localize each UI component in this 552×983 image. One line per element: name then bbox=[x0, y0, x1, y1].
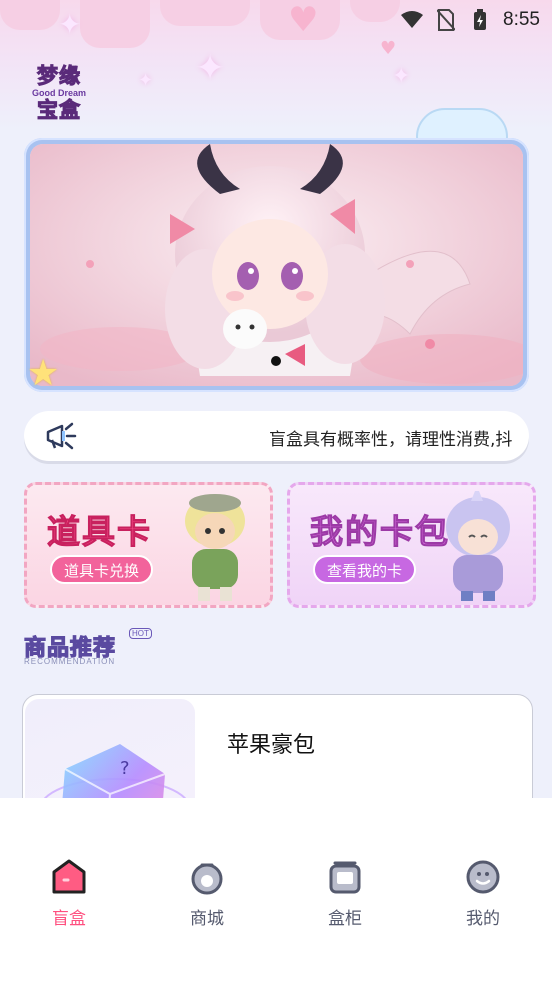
notice-bar[interactable]: 盲盒具有概率性，请理性消费,抖 bbox=[24, 411, 529, 461]
clock-time: 8:55 bbox=[503, 9, 540, 30]
shop-bag-icon bbox=[191, 863, 223, 895]
carousel-indicator[interactable] bbox=[271, 356, 281, 366]
item-card-entry[interactable]: 道具卡 道具卡兑换 bbox=[24, 482, 273, 608]
logo-subtitle: Good Dream bbox=[31, 88, 86, 98]
bottom-navigation: 盲盒 商城 盒柜 我的 bbox=[0, 798, 552, 983]
star-icon: ★ bbox=[27, 353, 60, 394]
banner-illustration bbox=[30, 144, 523, 386]
nav-tab-shop[interactable]: 商城 bbox=[162, 858, 252, 929]
nav-label: 商城 bbox=[190, 909, 224, 929]
nav-label: 盒柜 bbox=[328, 909, 362, 929]
megaphone-icon bbox=[44, 420, 84, 452]
cabinet-icon bbox=[329, 861, 361, 894]
svg-text:?: ? bbox=[120, 758, 130, 779]
profile-icon bbox=[466, 860, 500, 894]
hot-badge: HOT bbox=[129, 628, 152, 639]
figure-doll-icon bbox=[446, 491, 510, 601]
heart-icon: ♥ bbox=[380, 38, 397, 59]
battery-charging-icon bbox=[469, 9, 491, 31]
banner-image[interactable] bbox=[30, 144, 523, 386]
nav-tab-cabinet[interactable]: 盒柜 bbox=[300, 858, 390, 929]
redeem-item-card-button[interactable]: 道具卡兑换 bbox=[50, 555, 154, 584]
sparkle-icon: ✦ bbox=[138, 70, 154, 91]
banner-carousel[interactable] bbox=[24, 138, 529, 392]
nav-label: 我的 bbox=[466, 909, 500, 929]
product-name: 苹果豪包 bbox=[227, 733, 316, 758]
logo-text-bottom: 宝盒 bbox=[37, 98, 81, 123]
my-card-pack-entry[interactable]: 我的卡包 查看我的卡 bbox=[287, 482, 536, 608]
nav-tab-profile[interactable]: 我的 bbox=[438, 858, 528, 929]
no-sim-icon bbox=[435, 9, 457, 31]
status-bar: 8:55 bbox=[0, 0, 552, 40]
sparkle-icon: ✦ bbox=[392, 64, 411, 89]
nav-tab-blindbox[interactable]: 盲盒 bbox=[24, 858, 114, 929]
notice-text: 盲盒具有概率性，请理性消费,抖 bbox=[269, 430, 513, 450]
blindbox-icon bbox=[52, 859, 86, 894]
figure-doll-icon bbox=[185, 494, 245, 601]
logo-text-top: 梦缘 bbox=[37, 64, 81, 89]
sparkle-icon: ✦ bbox=[195, 48, 226, 89]
card-title: 道具卡 bbox=[47, 512, 152, 552]
wifi-icon bbox=[401, 9, 424, 31]
view-my-cards-button[interactable]: 查看我的卡 bbox=[313, 555, 417, 584]
nav-label: 盲盒 bbox=[52, 909, 86, 929]
section-subtitle: RECOMMENDATION bbox=[24, 657, 116, 666]
app-logo: 梦缘 Good Dream 宝盒 bbox=[24, 58, 94, 128]
card-title: 我的卡包 bbox=[310, 512, 450, 552]
